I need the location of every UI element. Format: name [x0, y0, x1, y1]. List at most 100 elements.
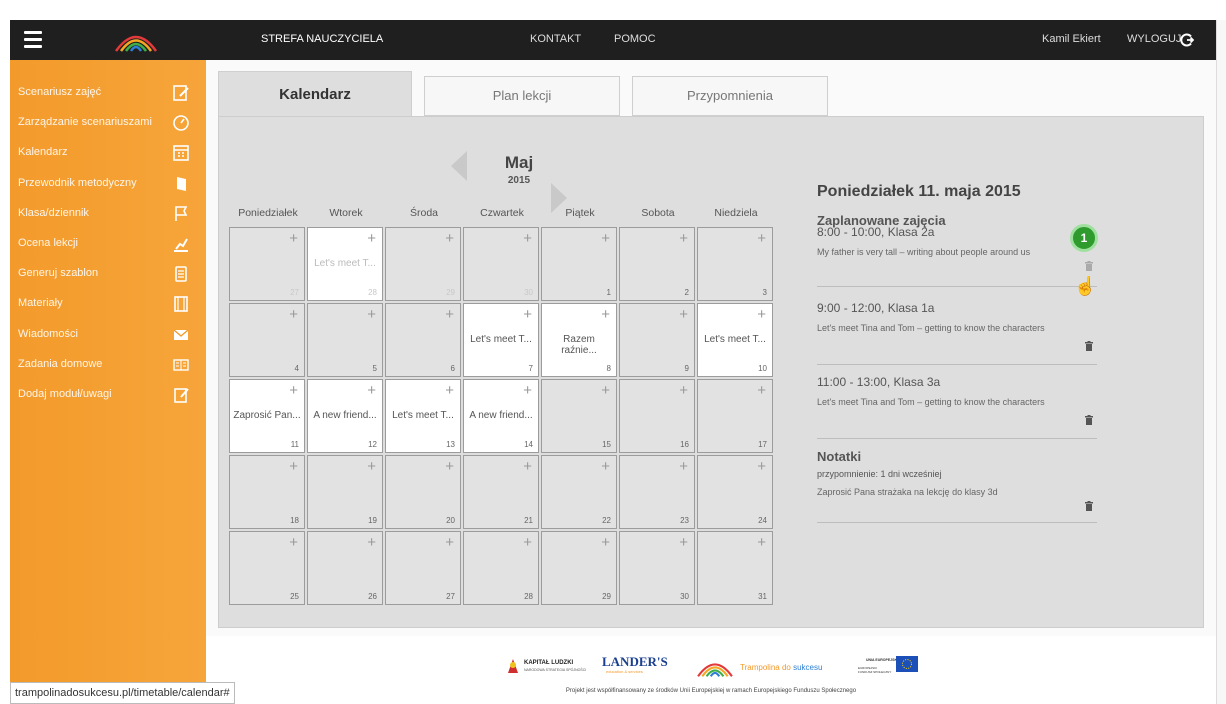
add-event-icon[interactable]: + [367, 382, 376, 399]
calendar-day-cell[interactable]: +2 [619, 227, 695, 301]
add-event-icon[interactable]: + [367, 458, 376, 475]
add-event-icon[interactable]: + [289, 382, 298, 399]
calendar-day-cell[interactable]: +9 [619, 303, 695, 377]
calendar-day-cell[interactable]: + Let's meet T... 10 [697, 303, 773, 377]
add-event-icon[interactable]: + [523, 534, 532, 551]
add-event-icon[interactable]: + [367, 230, 376, 247]
sidebar-item-flag[interactable]: Klasa/dziennik [10, 199, 206, 229]
rainbow-logo-icon[interactable] [112, 27, 160, 53]
calendar-day-cell[interactable]: +25 [229, 531, 305, 605]
add-event-icon[interactable]: + [523, 306, 532, 323]
add-event-icon[interactable]: + [757, 458, 766, 475]
calendar-day-cell[interactable]: +30 [463, 227, 539, 301]
add-event-icon[interactable]: + [601, 382, 610, 399]
add-event-icon[interactable]: + [679, 382, 688, 399]
add-event-icon[interactable]: + [601, 458, 610, 475]
calendar-day-cell[interactable]: +20 [385, 455, 461, 529]
teacher-zone-link[interactable]: STREFA NAUCZYCIELA [261, 33, 383, 45]
event-label[interactable]: Let's meet T... [466, 334, 536, 345]
add-event-icon[interactable]: + [679, 230, 688, 247]
add-event-icon[interactable]: + [523, 382, 532, 399]
calendar-day-cell[interactable]: +15 [541, 379, 617, 453]
add-event-icon[interactable]: + [601, 306, 610, 323]
sidebar-item-book[interactable]: Przewodnik metodyczny [10, 169, 206, 199]
calendar-day-cell[interactable]: +18 [229, 455, 305, 529]
sidebar-item-gauge[interactable]: Zarządzanie scenariuszami [10, 108, 206, 138]
calendar-day-cell[interactable]: +4 [229, 303, 305, 377]
event-label[interactable]: Zaprosić Pan... [232, 410, 302, 421]
logout-link[interactable]: WYLOGUJ [1127, 33, 1181, 45]
calendar-day-cell[interactable]: +22 [541, 455, 617, 529]
calendar-day-cell[interactable]: +26 [307, 531, 383, 605]
calendar-day-cell[interactable]: + Let's meet T... 13 [385, 379, 461, 453]
add-event-icon[interactable]: + [757, 534, 766, 551]
add-event-icon[interactable]: + [679, 534, 688, 551]
add-event-icon[interactable]: + [445, 306, 454, 323]
add-event-icon[interactable]: + [289, 230, 298, 247]
add-event-icon[interactable]: + [601, 534, 610, 551]
menu-icon[interactable] [24, 31, 42, 49]
trash-icon[interactable] [1085, 341, 1093, 351]
add-event-icon[interactable]: + [523, 230, 532, 247]
calendar-day-cell[interactable]: +24 [697, 455, 773, 529]
event-label[interactable]: A new friend... [310, 410, 380, 421]
calendar-day-cell[interactable]: +5 [307, 303, 383, 377]
tab-lesson-plan[interactable]: Plan lekcji [424, 76, 620, 116]
calendar-day-cell[interactable]: +29 [385, 227, 461, 301]
add-event-icon[interactable]: + [757, 382, 766, 399]
add-event-icon[interactable]: + [523, 458, 532, 475]
trash-icon[interactable] [1085, 415, 1093, 425]
add-event-icon[interactable]: + [289, 534, 298, 551]
calendar-day-cell[interactable]: +19 [307, 455, 383, 529]
add-event-icon[interactable]: + [367, 306, 376, 323]
calendar-day-cell[interactable]: + Razem raźnie... 8 [541, 303, 617, 377]
add-event-icon[interactable]: + [757, 230, 766, 247]
calendar-day-cell[interactable]: + A new friend... 14 [463, 379, 539, 453]
sidebar-item-homework[interactable]: Zadania domowe [10, 350, 206, 380]
event-label[interactable]: Let's meet T... [700, 334, 770, 345]
trash-icon[interactable] [1085, 261, 1093, 271]
lesson-description[interactable]: My father is very tall – writing about p… [817, 247, 1097, 257]
lesson-description[interactable]: Let's meet Tina and Tom – getting to kno… [817, 397, 1097, 407]
calendar-day-cell[interactable]: +17 [697, 379, 773, 453]
calendar-day-cell[interactable]: + Let's meet T... 7 [463, 303, 539, 377]
tab-calendar[interactable]: Kalendarz [218, 71, 412, 116]
event-label[interactable]: Let's meet T... [310, 258, 380, 269]
event-label[interactable]: Let's meet T... [388, 410, 458, 421]
add-event-icon[interactable]: + [679, 306, 688, 323]
calendar-day-cell[interactable]: + A new friend... 12 [307, 379, 383, 453]
sidebar-item-mail[interactable]: Wiadomości [10, 320, 206, 350]
user-name[interactable]: Kamil Ekiert [1042, 33, 1101, 45]
calendar-day-cell[interactable]: +28 [463, 531, 539, 605]
add-event-icon[interactable]: + [601, 230, 610, 247]
contact-link[interactable]: KONTAKT [530, 33, 581, 45]
help-link[interactable]: POMOC [614, 33, 656, 45]
event-label[interactable]: A new friend... [466, 410, 536, 421]
previous-month-arrow-icon[interactable] [451, 151, 467, 181]
calendar-day-cell[interactable]: +16 [619, 379, 695, 453]
add-event-icon[interactable]: + [289, 458, 298, 475]
calendar-day-cell[interactable]: +23 [619, 455, 695, 529]
add-event-icon[interactable]: + [289, 306, 298, 323]
event-label[interactable]: Razem raźnie... [544, 334, 614, 356]
calendar-day-cell[interactable]: +30 [619, 531, 695, 605]
tab-reminders[interactable]: Przypomnienia [632, 76, 828, 116]
calendar-day-cell[interactable]: +27 [229, 227, 305, 301]
add-event-icon[interactable]: + [445, 534, 454, 551]
add-event-icon[interactable]: + [445, 230, 454, 247]
calendar-day-cell[interactable]: + Zaprosić Pan... 11 [229, 379, 305, 453]
logout-icon[interactable] [1180, 33, 1194, 47]
add-event-icon[interactable]: + [445, 382, 454, 399]
calendar-day-cell[interactable]: +29 [541, 531, 617, 605]
lesson-description[interactable]: Let's meet Tina and Tom – getting to kno… [817, 323, 1097, 333]
add-event-icon[interactable]: + [367, 534, 376, 551]
sidebar-item-edit[interactable]: Scenariusz zajęć [10, 78, 206, 108]
calendar-day-cell[interactable]: +21 [463, 455, 539, 529]
sidebar-item-film[interactable]: Materiały [10, 289, 206, 319]
calendar-day-cell[interactable]: +1 [541, 227, 617, 301]
add-event-icon[interactable]: + [679, 458, 688, 475]
calendar-day-cell[interactable]: + Let's meet T... 28 [307, 227, 383, 301]
calendar-day-cell[interactable]: +6 [385, 303, 461, 377]
sidebar-item-note[interactable]: Dodaj moduł/uwagi [10, 380, 206, 410]
trash-icon[interactable] [1085, 501, 1093, 511]
